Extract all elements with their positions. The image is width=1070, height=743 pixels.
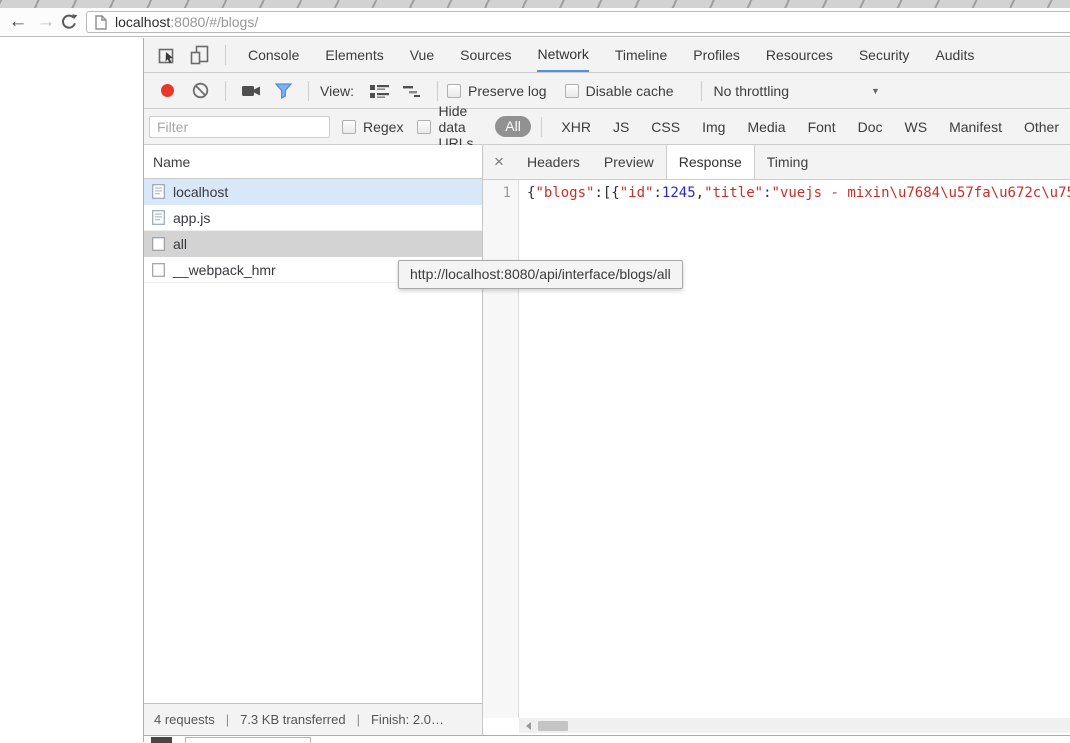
- filter-type-js[interactable]: JS: [602, 119, 640, 135]
- record-icon[interactable]: [161, 84, 174, 97]
- devtools-panel: Console Elements Vue Sources Network Tim…: [143, 38, 1070, 742]
- request-name: all: [173, 236, 187, 252]
- browser-toolbar: ← → localhost:8080/#/blogs/: [0, 8, 1070, 37]
- regex-checkbox[interactable]: Regex: [342, 119, 403, 135]
- separator: [225, 45, 226, 65]
- screenshot-camera-icon[interactable]: [240, 80, 262, 102]
- page-icon: [95, 15, 107, 30]
- request-row-all[interactable]: all: [144, 231, 482, 257]
- filter-type-ws[interactable]: WS: [894, 119, 939, 135]
- browser-tabstrip: [0, 0, 1070, 8]
- filter-type-img[interactable]: Img: [691, 119, 736, 135]
- requests-panel: Name localhost app.: [144, 145, 482, 735]
- address-bar[interactable]: localhost:8080/#/blogs/: [86, 11, 1070, 33]
- request-name: __webpack_hmr: [173, 262, 276, 278]
- document-icon: [152, 210, 165, 225]
- tab-security[interactable]: Security: [859, 38, 910, 72]
- filter-type-font[interactable]: Font: [797, 119, 847, 135]
- network-status-bar: 4 requests | 7.3 KB transferred | Finish…: [144, 703, 482, 735]
- plain-file-icon: [152, 237, 165, 251]
- request-name: app.js: [173, 210, 210, 226]
- scroll-left-icon[interactable]: [526, 722, 531, 730]
- tab-resources[interactable]: Resources: [766, 38, 833, 72]
- device-toolbar-icon[interactable]: [189, 44, 211, 66]
- name-column-header[interactable]: Name: [144, 145, 482, 179]
- url-path: :8080/#/blogs/: [170, 14, 258, 30]
- filter-funnel-icon[interactable]: [272, 80, 294, 102]
- waterfall-icon[interactable]: [401, 80, 423, 102]
- request-row-appjs[interactable]: app.js: [144, 205, 482, 231]
- separator: [225, 81, 226, 101]
- request-name: localhost: [173, 184, 228, 200]
- separator: [308, 81, 309, 101]
- tab-profiles[interactable]: Profiles: [693, 38, 740, 72]
- separator: [541, 117, 542, 137]
- drawer-input-fragment[interactable]: [185, 737, 311, 743]
- request-row-localhost[interactable]: localhost: [144, 179, 482, 205]
- filter-type-css[interactable]: CSS: [640, 119, 691, 135]
- tab-elements[interactable]: Elements: [325, 38, 383, 72]
- throttling-select[interactable]: No throttling ▼: [714, 83, 880, 99]
- back-icon[interactable]: ←: [6, 8, 30, 36]
- filter-type-xhr[interactable]: XHR: [550, 119, 602, 135]
- tab-response[interactable]: Response: [666, 145, 755, 179]
- drawer-tab-fragment[interactable]: [151, 737, 172, 743]
- view-label: View:: [320, 83, 354, 99]
- tab-timeline[interactable]: Timeline: [615, 38, 667, 72]
- response-body: {"blogs":[{"id":1245,"title":"vuejs - mi…: [527, 185, 1070, 201]
- clear-icon[interactable]: [189, 80, 211, 102]
- tab-console[interactable]: Console: [248, 38, 299, 72]
- disable-cache-checkbox[interactable]: Disable cache: [565, 83, 674, 99]
- filter-type-other[interactable]: Other: [1013, 119, 1070, 135]
- filter-type-all[interactable]: All: [495, 116, 531, 137]
- checkbox-icon[interactable]: [565, 84, 579, 98]
- checkbox-icon[interactable]: [447, 84, 461, 98]
- close-icon[interactable]: ×: [483, 152, 515, 172]
- network-toolbar: View: Preserve log Disabl: [144, 73, 1070, 109]
- network-filterbar: Regex Hide data URLs All XHR JS CSS Img …: [144, 109, 1070, 145]
- reload-icon[interactable]: [60, 13, 84, 31]
- tab-sources[interactable]: Sources: [460, 38, 511, 72]
- console-drawer-edge: [144, 735, 1070, 742]
- preserve-log-checkbox[interactable]: Preserve log: [447, 83, 547, 99]
- filter-type-doc[interactable]: Doc: [847, 119, 894, 135]
- checkbox-icon[interactable]: [417, 120, 431, 134]
- hide-data-urls-checkbox[interactable]: Hide data URLs: [417, 103, 485, 151]
- checkbox-icon[interactable]: [342, 120, 356, 134]
- url-host: localhost: [115, 14, 170, 30]
- document-icon: [152, 184, 165, 199]
- request-url-tooltip: http://localhost:8080/api/interface/blog…: [398, 260, 683, 289]
- inspect-element-icon[interactable]: [157, 44, 179, 66]
- finish-time: Finish: 2.0…: [371, 712, 444, 727]
- filter-input[interactable]: [149, 116, 330, 138]
- requests-count: 4 requests: [154, 712, 215, 727]
- large-rows-icon[interactable]: [369, 80, 391, 102]
- tab-headers[interactable]: Headers: [515, 145, 592, 179]
- tab-network[interactable]: Network: [537, 38, 588, 72]
- filter-type-manifest[interactable]: Manifest: [938, 119, 1013, 135]
- chevron-down-icon: ▼: [871, 86, 880, 96]
- forward-icon[interactable]: →: [34, 8, 58, 36]
- transferred-size: 7.3 KB transferred: [240, 712, 346, 727]
- plain-file-icon: [152, 263, 165, 277]
- tab-preview[interactable]: Preview: [592, 145, 666, 179]
- request-detail-panel: × Headers Preview Response Timing 1 {"bl…: [483, 145, 1070, 735]
- separator: [437, 81, 438, 101]
- scrollbar-thumb[interactable]: [538, 721, 568, 731]
- filter-type-media[interactable]: Media: [736, 119, 796, 135]
- devtools-tabbar: Console Elements Vue Sources Network Tim…: [144, 38, 1070, 73]
- detail-tabbar: × Headers Preview Response Timing: [483, 145, 1070, 180]
- tab-timing[interactable]: Timing: [755, 145, 821, 179]
- tab-audits[interactable]: Audits: [935, 38, 974, 72]
- horizontal-scrollbar[interactable]: [519, 718, 1070, 733]
- line-number: 1: [483, 185, 511, 201]
- separator: [701, 81, 702, 101]
- tab-vue[interactable]: Vue: [410, 38, 434, 72]
